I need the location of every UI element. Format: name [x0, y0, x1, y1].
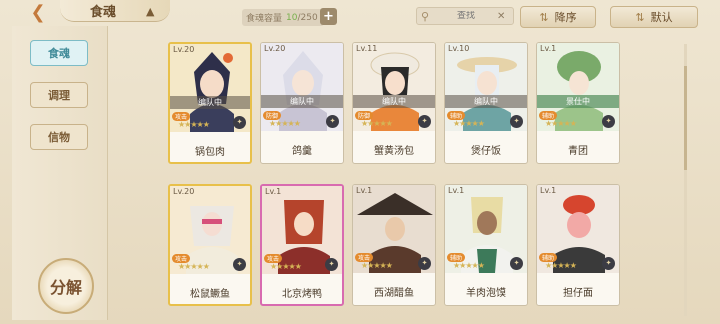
- search-icon: ⚲: [421, 9, 430, 23]
- card-danzaimian[interactable]: Lv.1 辅助 ★★★★★ ✦ 担仔面: [536, 184, 620, 306]
- top-bar: ❮ 食魂 ▲ 食魂容量 10/250 + ⚲ ✕ ⇅ 降序 ⇅ 默认: [0, 0, 720, 34]
- decompose-button[interactable]: 分解: [38, 258, 94, 314]
- card-gegeng[interactable]: Lv.20 编队中 防御 ★★★★★ ✦ 鸽羹: [260, 42, 344, 164]
- search-box[interactable]: ⚲ ✕: [416, 7, 514, 25]
- tab-cook[interactable]: 调理: [30, 82, 88, 108]
- tab-food-soul[interactable]: 食魂: [30, 40, 88, 66]
- element-icon: ✦: [233, 116, 246, 129]
- card-xihucuyu[interactable]: Lv.1 攻击 ★★★★★ ✦ 西湖醋鱼: [352, 184, 436, 306]
- card-name: 鸽羹: [292, 146, 312, 157]
- card-name: 煲仔饭: [471, 146, 501, 157]
- sort-order-button[interactable]: ⇅ 降序: [520, 6, 596, 28]
- card-name: 北京烤鸭: [282, 289, 322, 300]
- sidebar: 食魂 调理 信物 分解: [12, 26, 108, 320]
- default-label: 默认: [650, 11, 673, 24]
- plus-icon: +: [323, 9, 334, 24]
- element-icon: ✦: [510, 115, 523, 128]
- capacity-label: 食魂容量: [246, 14, 283, 24]
- element-icon: ✦: [233, 258, 246, 271]
- back-button[interactable]: ❮: [18, 1, 58, 23]
- star-rating: ★★★★★: [453, 261, 485, 270]
- element-icon: ✦: [602, 115, 615, 128]
- level: Lv.1: [356, 186, 373, 195]
- level: Lv.1: [448, 186, 465, 195]
- capacity-current: 10: [286, 12, 298, 23]
- search-input[interactable]: [435, 11, 497, 21]
- star-rating: ★★★★★: [269, 119, 301, 128]
- card-name: 松鼠鳜鱼: [190, 289, 230, 300]
- level: Lv.1: [540, 186, 557, 195]
- card-name: 青团: [568, 146, 588, 157]
- element-icon: ✦: [325, 258, 338, 271]
- card-beijingkaoya[interactable]: Lv.1 攻击 ★★★★★ ✦ 北京烤鸭: [260, 184, 344, 306]
- star-rating: ★★★★★: [270, 262, 302, 271]
- crown-icon: ▲: [146, 5, 155, 18]
- card-name: 羊肉泡馍: [466, 288, 506, 299]
- back-arrow-icon: ❮: [30, 1, 46, 23]
- element-icon: ✦: [418, 257, 431, 270]
- capacity-max: /250: [297, 12, 318, 23]
- level: Lv.20: [173, 45, 195, 54]
- capacity-display: 食魂容量 10/250: [242, 9, 324, 26]
- status-badge: 景仕中: [537, 95, 619, 108]
- card-name: 蟹黄汤包: [374, 146, 414, 157]
- clear-search-icon[interactable]: ✕: [497, 11, 511, 22]
- scrollbar-thumb[interactable]: [684, 66, 687, 170]
- card-name: 锅包肉: [195, 147, 225, 158]
- element-icon: ✦: [326, 115, 339, 128]
- star-rating: ★★★★★: [453, 119, 485, 128]
- card-yangroupaomo[interactable]: Lv.1 辅助 ★★★★★ ✦ 羊肉泡馍: [444, 184, 528, 306]
- element-icon: ✦: [510, 257, 523, 270]
- card-xiehuangtangbao[interactable]: Lv.11 编队中 防御 ★★★★★ ✦ 蟹黄汤包: [352, 42, 436, 164]
- sort-icon: ⇅: [539, 10, 549, 24]
- status-badge: 编队中: [261, 95, 343, 108]
- level: Lv.11: [356, 44, 378, 53]
- status-badge: 编队中: [170, 96, 250, 109]
- element-icon: ✦: [418, 115, 431, 128]
- tab-token[interactable]: 信物: [30, 124, 88, 150]
- card-guobaorou[interactable]: Lv.20 编队中 攻击 ★★★★★ ✦ 锅包肉: [168, 42, 252, 164]
- star-rating: ★★★★★: [178, 262, 210, 271]
- food-soul-grid: Lv.20 编队中 攻击 ★★★★★ ✦ 锅包肉 Lv.20 编队中 防御 ★★…: [168, 42, 628, 322]
- card-qingtuan[interactable]: Lv.1 景仕中 辅助 ★★★★★ ✦ 青团: [536, 42, 620, 164]
- status-badge: 编队中: [445, 95, 527, 108]
- sort-label: 降序: [554, 11, 577, 24]
- level: Lv.10: [448, 44, 470, 53]
- add-capacity-button[interactable]: +: [320, 8, 337, 25]
- star-rating: ★★★★★: [545, 261, 577, 270]
- star-rating: ★★★★★: [178, 120, 210, 129]
- default-sort-button[interactable]: ⇅ 默认: [610, 6, 698, 28]
- status-badge: 编队中: [353, 95, 435, 108]
- card-songshuguiyu[interactable]: Lv.20 攻击 ★★★★★ ✦ 松鼠鳜鱼: [168, 184, 252, 306]
- card-name: 西湖醋鱼: [374, 288, 414, 299]
- element-icon: ✦: [602, 257, 615, 270]
- level: Lv.1: [540, 44, 557, 53]
- star-rating: ★★★★★: [361, 261, 393, 270]
- filter-icon: ⇅: [635, 10, 645, 24]
- card-name: 担仔面: [563, 288, 593, 299]
- level: Lv.20: [173, 187, 195, 196]
- level: Lv.1: [265, 187, 282, 196]
- level: Lv.20: [264, 44, 286, 53]
- star-rating: ★★★★★: [545, 119, 577, 128]
- card-baozaifan[interactable]: Lv.10 编队中 辅助 ★★★★★ ✦ 煲仔饭: [444, 42, 528, 164]
- star-rating: ★★★★★: [361, 119, 393, 128]
